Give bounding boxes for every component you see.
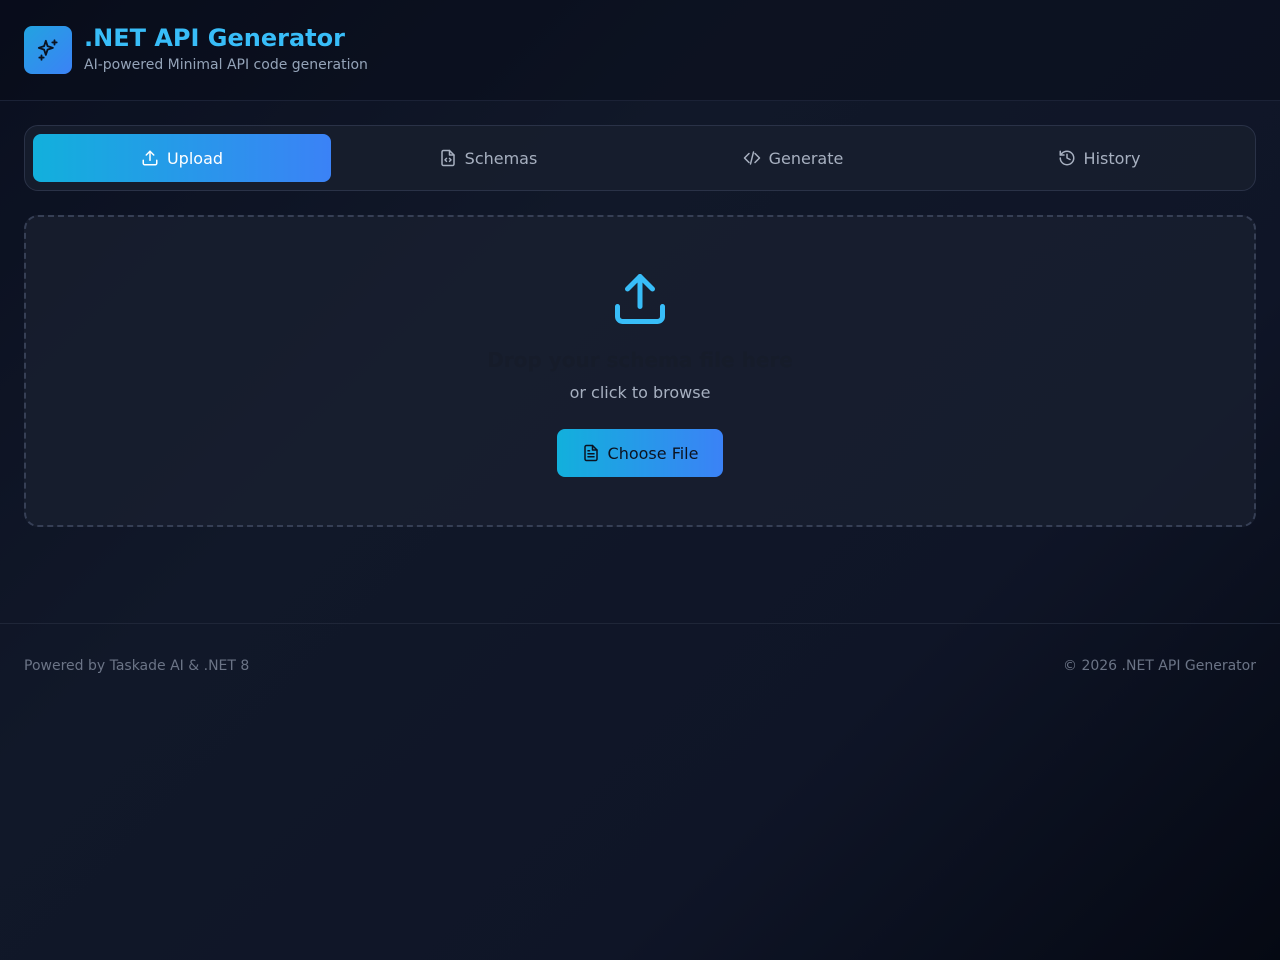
tab-schemas[interactable]: Schemas (339, 134, 637, 182)
file-icon (583, 444, 598, 462)
tab-bar: Upload Schemas Generate History (24, 125, 1256, 191)
app-title: .NET API Generator (84, 24, 345, 52)
file-drop-zone[interactable]: Drop your schema file here or click to b… (24, 215, 1256, 527)
choose-file-label: Choose File (607, 443, 699, 463)
upload-icon (615, 274, 665, 324)
tab-generate-label: Generate (768, 148, 844, 168)
tab-upload[interactable]: Upload (33, 134, 331, 182)
footer-copyright: © 2026 .NET API Generator (1063, 658, 1256, 674)
tab-history[interactable]: History (950, 134, 1248, 182)
choose-file-button[interactable]: Choose File (557, 429, 723, 477)
tab-schemas-label: Schemas (464, 148, 538, 168)
history-icon (1059, 150, 1075, 166)
app-subtitle: AI-powered Minimal API code generation (84, 57, 368, 73)
app-header: .NET API Generator AI-powered Minimal AP… (0, 0, 1280, 101)
sparkles-icon (37, 39, 58, 61)
app-footer: Powered by Taskade AI & .NET 8 © 2026 .N… (0, 623, 1280, 713)
tab-upload-label: Upload (166, 148, 224, 168)
tab-history-label: History (1083, 148, 1141, 168)
file-code-icon (440, 149, 455, 167)
code-icon (743, 151, 760, 165)
app-logo (24, 26, 72, 74)
drop-zone-title: Drop your schema file here (487, 348, 793, 372)
upload-icon (142, 150, 158, 166)
tab-generate[interactable]: Generate (644, 134, 942, 182)
footer-powered-by: Powered by Taskade AI & .NET 8 (24, 658, 250, 674)
drop-zone-subtitle: or click to browse (569, 383, 711, 402)
